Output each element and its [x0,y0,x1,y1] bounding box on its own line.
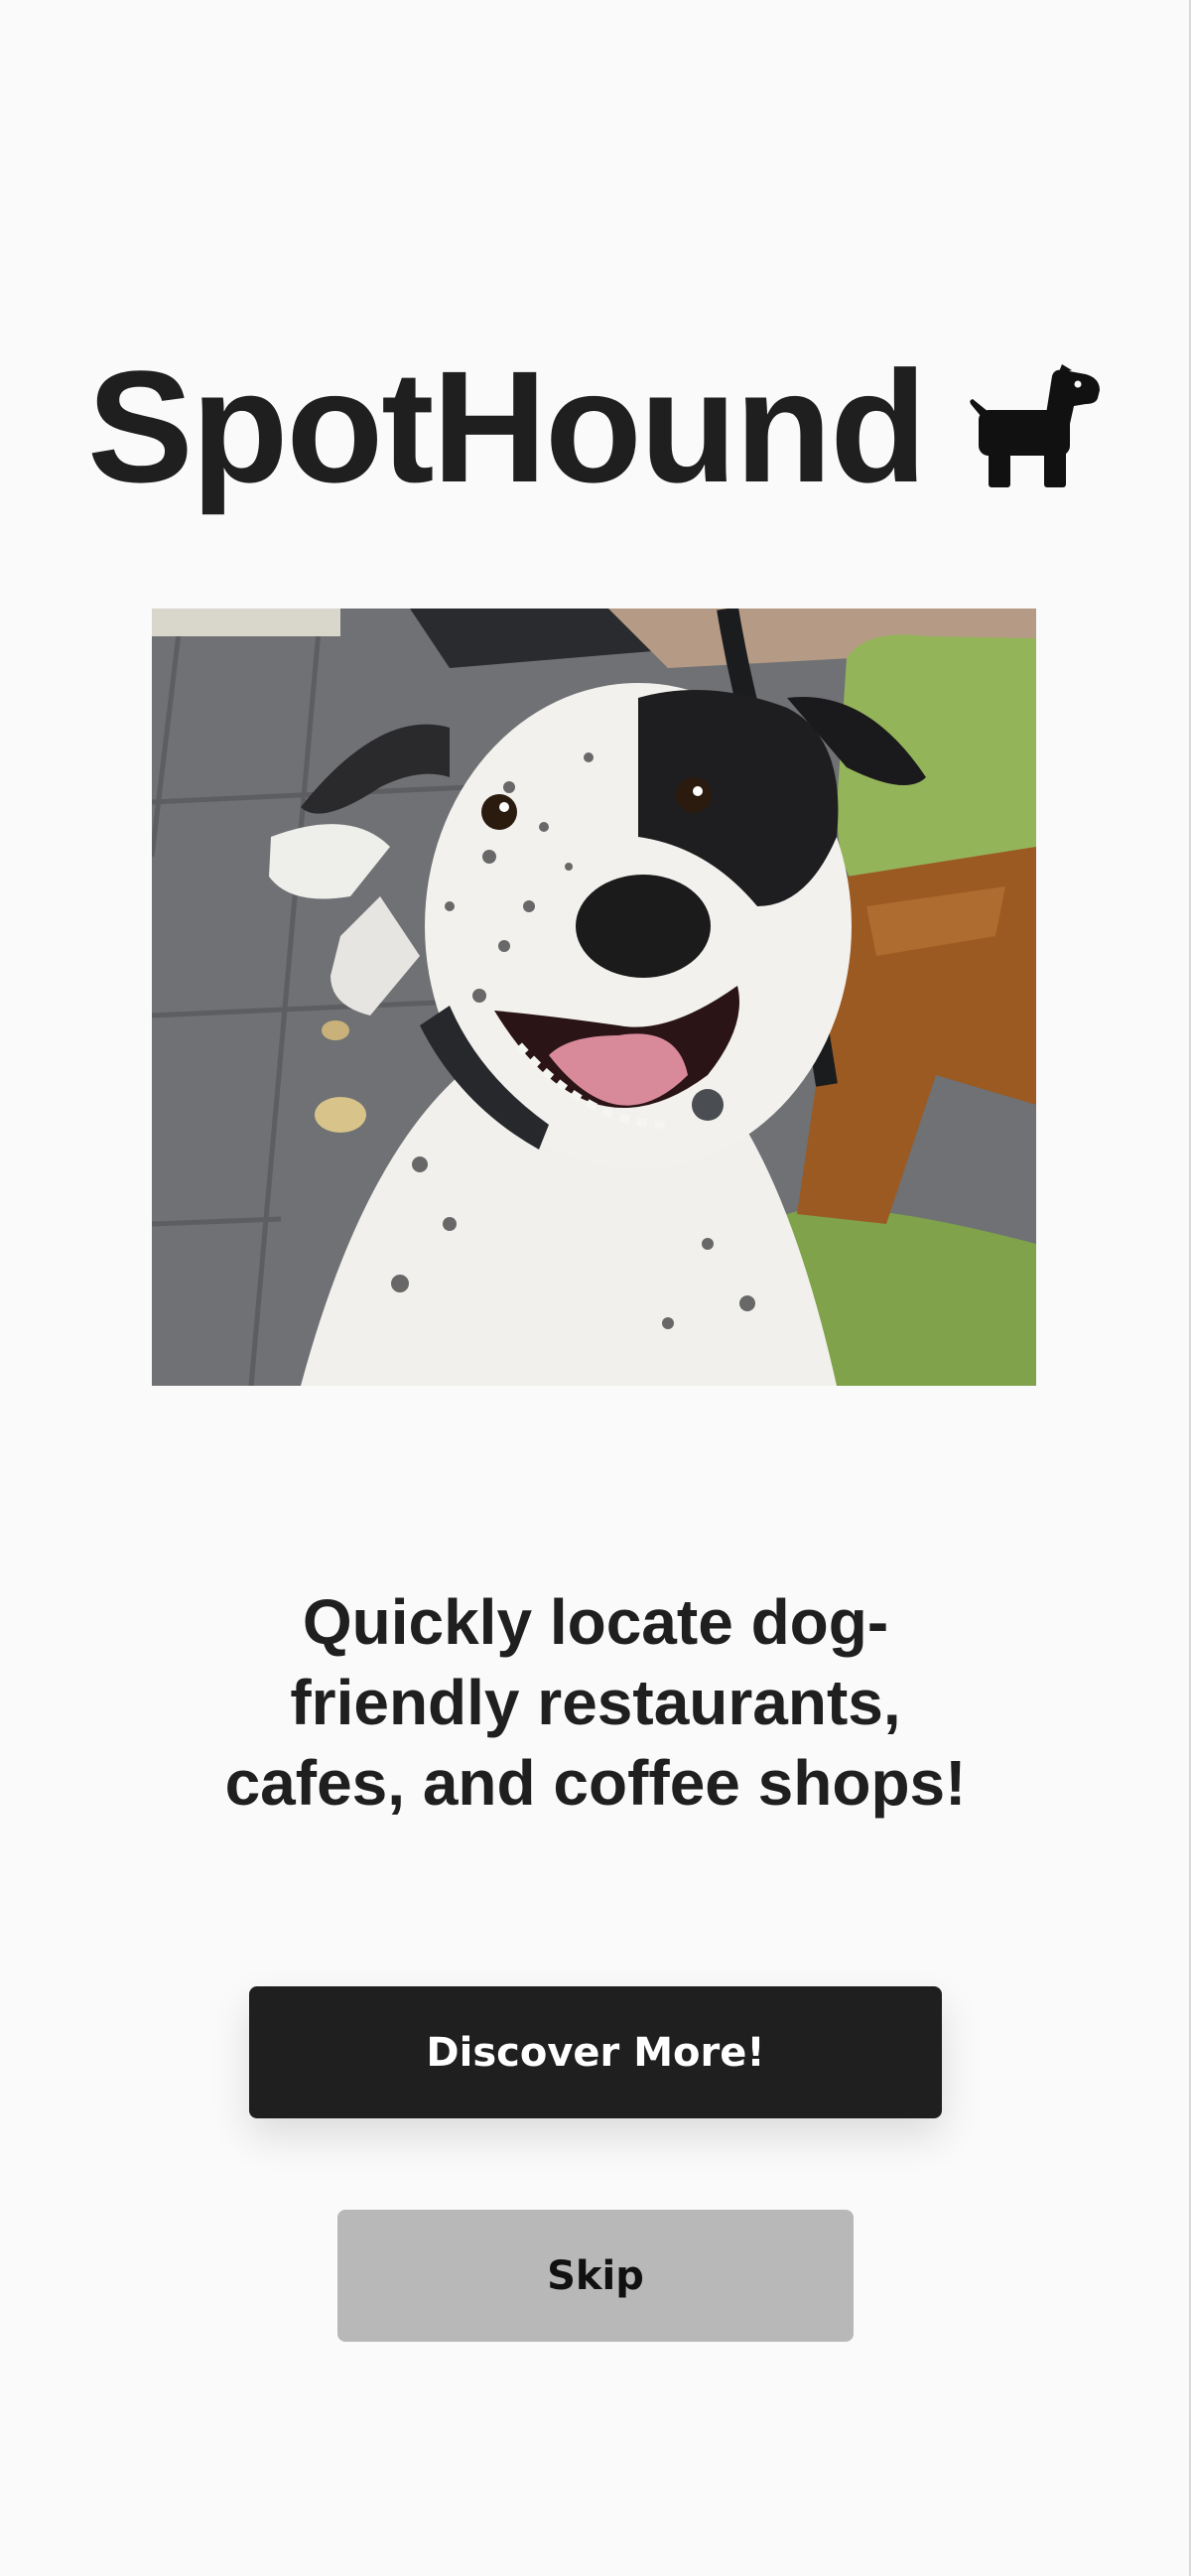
dog-icon [970,364,1100,487]
brand-header: SpotHound [0,328,1191,526]
skip-button[interactable]: Skip [337,2210,854,2342]
dog-photo-illustration [152,609,1036,1386]
app-title: SpotHound [87,338,927,515]
dog-photo [152,609,1036,1386]
onboarding-tagline: Quickly locate dog-friendly restaurants,… [224,1586,967,1819]
discover-more-button[interactable]: Discover More! [249,1986,942,2118]
